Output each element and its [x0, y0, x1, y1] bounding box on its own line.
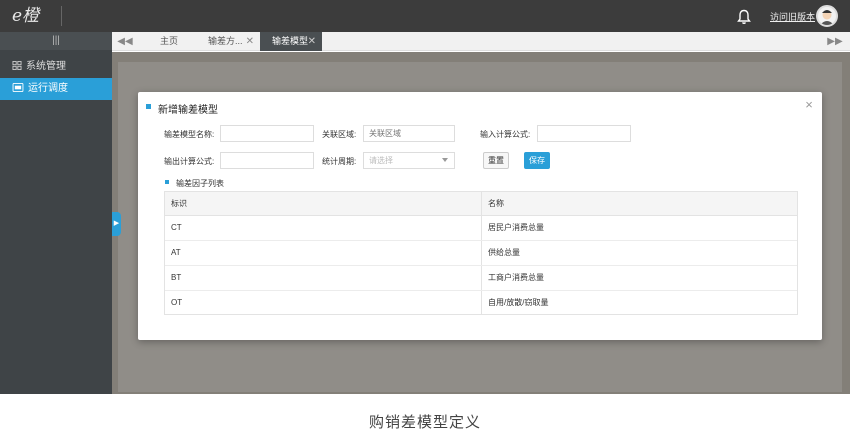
logo-divider	[61, 6, 62, 26]
output-formula-label: 输出计算公式:	[164, 157, 215, 166]
table-row[interactable]: BT 工商户消费总量	[165, 266, 797, 291]
tab-next-button[interactable]: ▶▶	[824, 32, 846, 51]
chevron-down-icon	[442, 158, 448, 162]
add-model-dialog: 新增输差模型 × 输差模型名称: 关联区域: 输入计算公式: 输出计算公式: 统…	[138, 92, 822, 340]
table-header: 标识 名称	[165, 192, 797, 216]
sidebar-toggle-handle[interactable]: ▶	[112, 212, 121, 236]
dispatch-icon	[12, 83, 24, 92]
tab-label: 输差方...	[208, 36, 243, 46]
tab-home[interactable]: 主页	[148, 32, 202, 51]
user-avatar[interactable]	[816, 5, 838, 27]
table-row[interactable]: AT 供给总量	[165, 241, 797, 266]
table-cell-id: AT	[165, 241, 482, 265]
tab-label: 主页	[160, 36, 179, 46]
column-header-name: 名称	[488, 199, 504, 208]
input-formula-field[interactable]	[537, 125, 631, 142]
table-cell-id: BT	[165, 266, 482, 290]
table-cell-name: 自用/放散/窃取量	[488, 298, 549, 307]
close-icon[interactable]: ✕	[246, 32, 254, 51]
sidebar-item-label: 系统管理	[26, 61, 66, 72]
figure-caption: 购销差模型定义	[368, 414, 481, 431]
tab-label: 输差模型	[272, 36, 309, 46]
close-icon[interactable]: ×	[802, 98, 816, 112]
period-label: 统计周期:	[322, 157, 357, 166]
model-name-label: 输差模型名称:	[164, 130, 215, 139]
user-avatar-icon	[820, 10, 834, 25]
close-icon[interactable]: ✕	[308, 32, 316, 51]
save-button[interactable]: 保存	[524, 152, 550, 169]
grid-icon	[12, 61, 22, 70]
reset-button[interactable]: 重置	[483, 152, 509, 169]
app-logo[interactable]: e橙	[12, 4, 62, 28]
output-formula-field[interactable]	[220, 152, 314, 169]
table-cell-name: 工商户消费总量	[488, 273, 544, 282]
sidebar: ||| 系统管理 运行调度	[0, 32, 112, 394]
bell-icon[interactable]	[737, 9, 751, 25]
top-bar: e橙 访问旧版本	[0, 0, 850, 32]
input-formula-label: 输入计算公式:	[480, 130, 531, 139]
sidebar-item-system[interactable]: 系统管理	[0, 56, 112, 78]
tab-prev-button[interactable]: ◀◀	[114, 32, 136, 51]
old-version-link[interactable]: 访问旧版本	[770, 10, 815, 23]
period-select[interactable]: 请选择	[363, 152, 455, 169]
table-cell-id: CT	[165, 216, 482, 240]
sidebar-item-label: 运行调度	[28, 83, 68, 94]
region-field[interactable]	[363, 125, 455, 142]
table-row[interactable]: OT 自用/放散/窃取量	[165, 291, 797, 316]
tab-input-plan[interactable]: 输差方... ✕	[196, 32, 260, 51]
column-header-id: 标识	[165, 192, 482, 216]
table-row[interactable]: CT 居民户消费总量	[165, 216, 797, 241]
sidebar-collapse-button[interactable]: |||	[0, 32, 112, 50]
factor-list-title: 输差因子列表	[165, 179, 224, 188]
tab-bar: ◀◀ 主页 输差方... ✕ 输差模型 ✕ ▶▶	[112, 32, 850, 51]
period-select-value: 请选择	[369, 156, 393, 165]
table-cell-name: 供给总量	[488, 248, 520, 257]
model-name-field[interactable]	[220, 125, 314, 142]
factor-table: 标识 名称 CT 居民户消费总量 AT 供给总量 BT 工商户消费总量 OT 自…	[164, 191, 798, 315]
sidebar-item-dispatch[interactable]: 运行调度	[0, 78, 112, 100]
app-root: { "header": {"logo": "e橙", "old_version_…	[0, 0, 850, 433]
region-label: 关联区域:	[322, 130, 357, 139]
table-cell-name: 居民户消费总量	[488, 223, 544, 232]
tab-input-model[interactable]: 输差模型 ✕	[260, 32, 322, 51]
dialog-title: 新增输差模型	[146, 101, 218, 116]
table-cell-id: OT	[165, 291, 482, 315]
